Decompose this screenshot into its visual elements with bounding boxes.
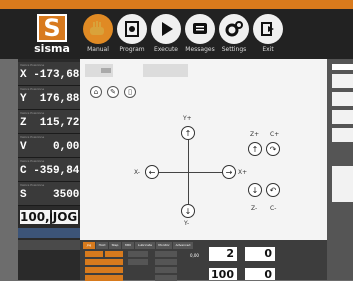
action-button-8[interactable] — [155, 251, 177, 257]
z-minus-label: Z- — [251, 205, 258, 212]
jog-workspace — [80, 59, 327, 240]
x-minus-label: X- — [134, 169, 140, 176]
c-minus-label: C- — [270, 205, 277, 212]
exit-icon — [253, 14, 283, 44]
action-button-10[interactable] — [155, 267, 177, 273]
action-button-11[interactable] — [155, 275, 177, 281]
action-button-4[interactable] — [85, 259, 123, 265]
y-axis-line — [188, 132, 189, 204]
tab-monitor[interactable]: Monitor — [156, 242, 172, 249]
x-plus-button[interactable]: → — [222, 165, 236, 179]
action-button-9[interactable] — [155, 259, 177, 265]
x-plus-label: X+ — [238, 169, 248, 176]
tab-step[interactable]: Step — [109, 242, 121, 249]
override-value[interactable]: 100,0 — [20, 210, 58, 224]
program-button[interactable] — [117, 14, 147, 44]
logo: S — [37, 14, 67, 42]
c-minus-button[interactable]: ↶ — [266, 183, 280, 197]
axis-c-readout: Valore Posizione C -359,840 — [18, 158, 86, 182]
small-value: 0,00 — [190, 253, 199, 258]
value-box-3: 100 — [209, 268, 237, 281]
status-bar-2 — [18, 240, 80, 250]
tab-hold[interactable]: Hold — [96, 242, 108, 249]
play-icon — [151, 14, 181, 44]
tool-icon[interactable]: ✎ — [107, 86, 119, 98]
mode-switch[interactable] — [85, 64, 113, 77]
step-select[interactable] — [143, 64, 188, 77]
right-item-2[interactable] — [332, 92, 353, 106]
axis-v-readout: Valore Posizione V 0,000 — [18, 134, 86, 158]
c-plus-button[interactable]: ↷ — [266, 142, 280, 156]
title-strip — [0, 0, 353, 9]
y-minus-label: Y- — [184, 220, 190, 227]
tab-mdi[interactable]: MDI — [122, 242, 134, 249]
y-plus-button[interactable]: ↑ — [181, 126, 195, 140]
axis-x-readout: Valore Posizione X -173,685 — [18, 62, 86, 86]
messages-icon — [185, 14, 215, 44]
z-minus-button[interactable]: ↓ — [248, 183, 262, 197]
axis-z-readout: Valore Posizione Z 115,720 — [18, 110, 86, 134]
tab-jog[interactable]: Jog — [83, 242, 95, 249]
gear-icon — [219, 14, 249, 44]
z-plus-label: Z+ — [250, 131, 260, 138]
value-box-2: 0 — [245, 247, 275, 261]
settings-button[interactable] — [219, 14, 249, 44]
right-item-4[interactable] — [332, 128, 353, 142]
tab-lubricate[interactable]: Lubricate — [135, 242, 155, 249]
c-plus-label: C+ — [270, 131, 280, 138]
right-item-1[interactable] — [332, 74, 353, 88]
hand-icon — [83, 14, 113, 44]
tab-advanced[interactable]: Advanced — [173, 242, 193, 249]
y-plus-label: Y+ — [183, 115, 192, 122]
x-minus-button[interactable]: ← — [145, 165, 159, 179]
action-button-3[interactable] — [128, 251, 148, 257]
y-minus-button[interactable]: ↓ — [181, 204, 195, 218]
program-icon — [117, 14, 147, 44]
logo-text: sisma — [34, 42, 70, 55]
value-box-4: 0 — [245, 268, 275, 281]
right-item-3[interactable] — [332, 110, 353, 124]
axis-y-readout: Valore Posizione Y 176,886 — [18, 86, 86, 110]
action-button-1[interactable] — [85, 251, 103, 257]
action-button-5[interactable] — [128, 259, 148, 265]
jog-mode[interactable]: JOG — [52, 210, 78, 224]
action-button-6[interactable] — [85, 267, 123, 273]
probe-icon[interactable]: ▯ — [124, 86, 136, 98]
status-bar-1 — [18, 228, 80, 238]
action-button-7[interactable] — [85, 275, 123, 281]
value-box-1: 2 — [209, 247, 237, 261]
z-plus-button[interactable]: ↑ — [248, 142, 262, 156]
home-icon[interactable]: ⌂ — [90, 86, 102, 98]
exit-button[interactable] — [253, 14, 283, 44]
manual-button[interactable] — [83, 14, 113, 44]
spindle-readout: Valore Posizione S 35000 — [18, 182, 86, 206]
execute-button[interactable] — [151, 14, 181, 44]
action-button-2[interactable] — [105, 251, 123, 257]
x-axis-line — [150, 172, 224, 173]
right-item-5[interactable] — [332, 166, 353, 202]
right-header — [332, 64, 353, 70]
messages-button[interactable] — [185, 14, 215, 44]
exit-label: Exit — [262, 46, 274, 53]
